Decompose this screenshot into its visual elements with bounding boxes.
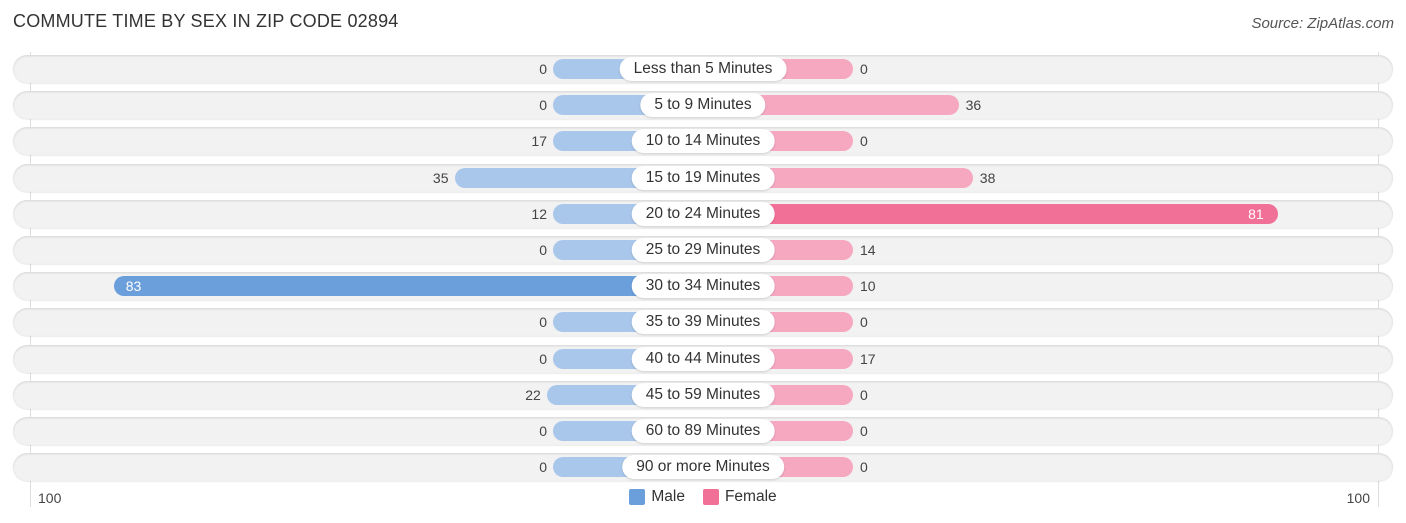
category-label: 35 to 39 Minutes [631,310,775,335]
legend-label-male: Male [651,488,685,505]
value-label-male: 0 [539,423,547,439]
category-label: 10 to 14 Minutes [631,129,775,154]
value-label-male: 0 [539,97,547,114]
category-label: 40 to 44 Minutes [631,346,775,371]
value-label-female: 0 [860,314,868,331]
bar-male[interactable] [113,276,703,297]
category-label: 90 or more Minutes [622,455,784,480]
value-label-male: 12 [531,205,547,222]
value-label-male: 17 [531,133,547,150]
legend-swatch-female [702,489,719,505]
legend: Male Female [0,488,1406,506]
value-label-female: 14 [860,242,876,258]
value-label-female: 0 [860,61,868,77]
legend-swatch-male [629,489,646,505]
value-label-female: 0 [860,133,868,150]
value-label-female: 38 [979,169,996,186]
value-label-male: 83 [125,278,142,295]
value-label-female: 0 [860,423,868,439]
chart-area: 0 0 Less than 5 Minutes 0 36 5 to 9 Minutes 17… [0,0,1406,523]
value-label-female: 0 [860,386,868,403]
value-label-female: 0 [860,459,868,476]
value-label-male: 0 [539,314,547,331]
category-label: 45 to 59 Minutes [631,382,775,407]
category-label: 20 to 24 Minutes [631,201,775,226]
value-label-male: 22 [525,386,541,403]
category-label: 30 to 34 Minutes [631,274,775,299]
value-label-male: 35 [432,169,449,186]
value-label-male: 0 [539,459,547,476]
value-label-male: 0 [539,242,547,258]
category-label: Less than 5 Minutes [619,57,787,81]
value-label-female: 17 [860,350,876,367]
category-label: 5 to 9 Minutes [640,93,766,118]
value-label-female: 81 [1248,205,1264,222]
category-label: 60 to 89 Minutes [631,419,775,443]
value-label-female: 10 [860,278,876,295]
category-label: 25 to 29 Minutes [631,238,775,262]
legend-item-male[interactable]: Male [629,488,685,506]
legend-item-female[interactable]: Female [702,488,777,506]
value-label-female: 36 [965,97,982,114]
bar-female[interactable] [703,203,1279,224]
value-label-male: 0 [539,61,547,77]
legend-label-female: Female [724,488,777,505]
category-label: 15 to 19 Minutes [631,165,775,190]
value-label-male: 0 [539,350,547,367]
